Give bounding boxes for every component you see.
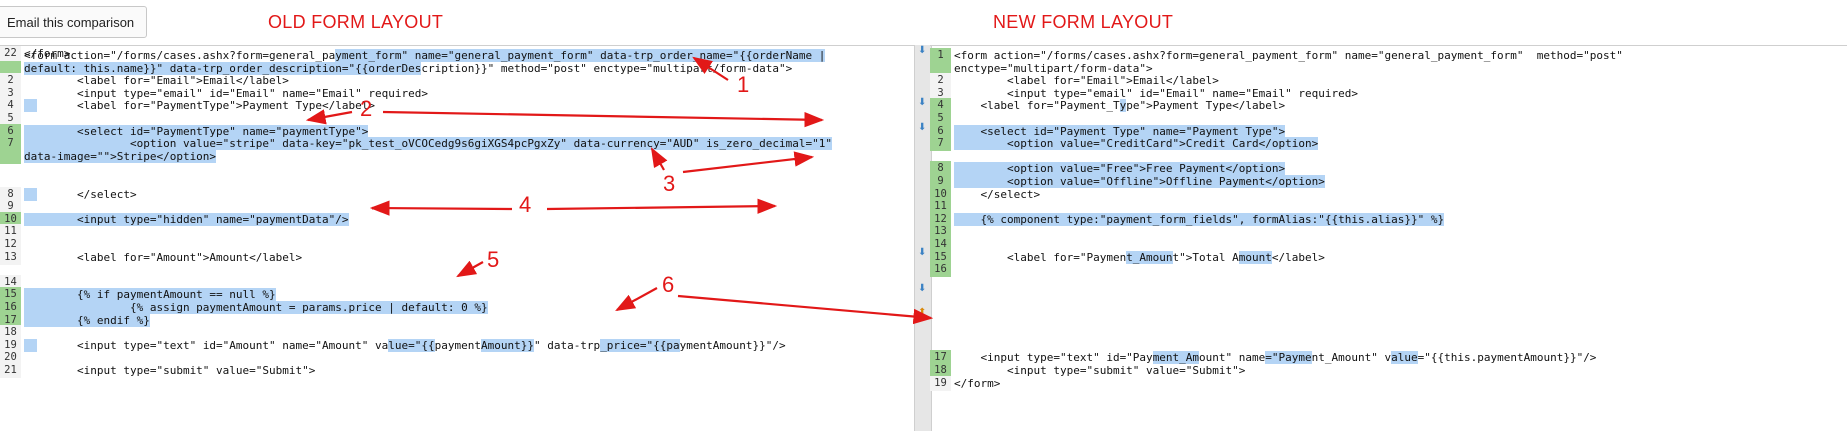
annotation-4: 4 bbox=[519, 192, 532, 217]
arrow-2-left bbox=[305, 109, 353, 125]
annotation-3: 3 bbox=[663, 171, 676, 196]
arrow-5 bbox=[456, 260, 484, 278]
annotation-arrows bbox=[305, 56, 934, 325]
annotation-2: 2 bbox=[360, 96, 373, 121]
arrow-2-right bbox=[382, 110, 825, 128]
arrow-3-right bbox=[682, 151, 815, 174]
arrow-4-right bbox=[546, 198, 778, 214]
arrow-3-left bbox=[650, 147, 668, 171]
annotation-6: 6 bbox=[662, 272, 675, 297]
arrow-6-left bbox=[615, 287, 658, 312]
annotation-1: 1 bbox=[737, 72, 750, 97]
arrow-6-right bbox=[677, 294, 934, 325]
arrow-4-left bbox=[369, 200, 513, 216]
annotation-5: 5 bbox=[487, 247, 500, 272]
arrow-1 bbox=[692, 56, 729, 81]
